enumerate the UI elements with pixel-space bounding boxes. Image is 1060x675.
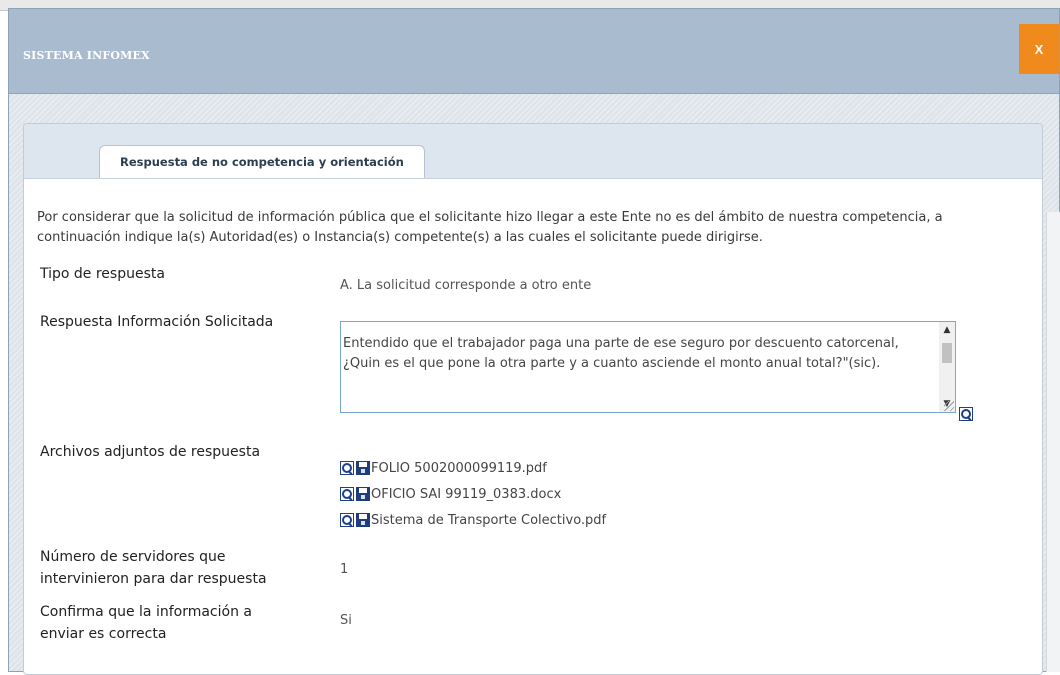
close-button[interactable]: X <box>1019 24 1059 74</box>
servidores-label-line2: intervinieron para dar respuesta <box>40 571 267 587</box>
attachment-file-name[interactable]: Sistema de Transporte Colectivo.pdf <box>371 513 606 528</box>
attachment-file-row[interactable]: OFICIO SAI 99119_0383.docx <box>340 483 561 505</box>
respuesta-info-textarea-box: Entendido que el trabajador paga una par… <box>340 321 956 413</box>
servidores-label-line1: Número de servidores que <box>40 549 226 565</box>
textarea-scrollbar[interactable]: ▲ ▼ <box>939 322 955 412</box>
attachment-file-name[interactable]: OFICIO SAI 99119_0383.docx <box>371 487 561 502</box>
zoom-icon[interactable] <box>340 487 354 501</box>
confirma-label-line1: Confirma que la información a <box>40 604 252 620</box>
save-disk-icon[interactable] <box>356 513 370 527</box>
confirma-label-line2: enviar es correcta <box>40 626 167 642</box>
zoom-icon[interactable] <box>340 513 354 527</box>
scroll-thumb[interactable] <box>942 343 952 363</box>
intro-text: Por considerar que la solicitud de infor… <box>37 210 943 245</box>
respuesta-info-textarea[interactable]: Entendido que el trabajador paga una par… <box>341 322 939 412</box>
dialog-title: SISTEMA INFOMEX <box>23 49 150 62</box>
zoom-icon[interactable] <box>340 461 354 475</box>
save-disk-icon[interactable] <box>356 461 370 475</box>
resize-grip-icon[interactable] <box>944 401 954 411</box>
tipo-respuesta-value: A. La solicitud corresponde a otro ente <box>340 278 592 293</box>
respuesta-info-label: Respuesta Información Solicitada <box>40 314 274 330</box>
attachment-file-row[interactable]: FOLIO 5002000099119.pdf <box>340 457 547 479</box>
tipo-respuesta-label: Tipo de respuesta <box>40 266 165 282</box>
content-panel: Respuesta de no competencia y orientació… <box>23 123 1043 675</box>
zoom-icon[interactable] <box>959 407 973 421</box>
save-disk-icon[interactable] <box>356 487 370 501</box>
attachment-file-row[interactable]: Sistema de Transporte Colectivo.pdf <box>340 509 606 531</box>
tab-strip: Respuesta de no competencia y orientació… <box>24 124 1042 179</box>
archivos-label: Archivos adjuntos de respuesta <box>40 444 261 460</box>
page-scrollbar[interactable] <box>1046 212 1060 672</box>
modal-dialog: SISTEMA INFOMEX X Respuesta de no compet… <box>8 8 1060 675</box>
scroll-up-arrow-icon[interactable]: ▲ <box>942 325 952 335</box>
attachment-file-name[interactable]: FOLIO 5002000099119.pdf <box>371 461 547 476</box>
dialog-title-bar[interactable]: SISTEMA INFOMEX X <box>9 9 1059 94</box>
servidores-value: 1 <box>340 562 349 577</box>
confirma-value: Si <box>340 613 352 628</box>
tab-respuesta-no-competencia[interactable]: Respuesta de no competencia y orientació… <box>99 145 425 178</box>
